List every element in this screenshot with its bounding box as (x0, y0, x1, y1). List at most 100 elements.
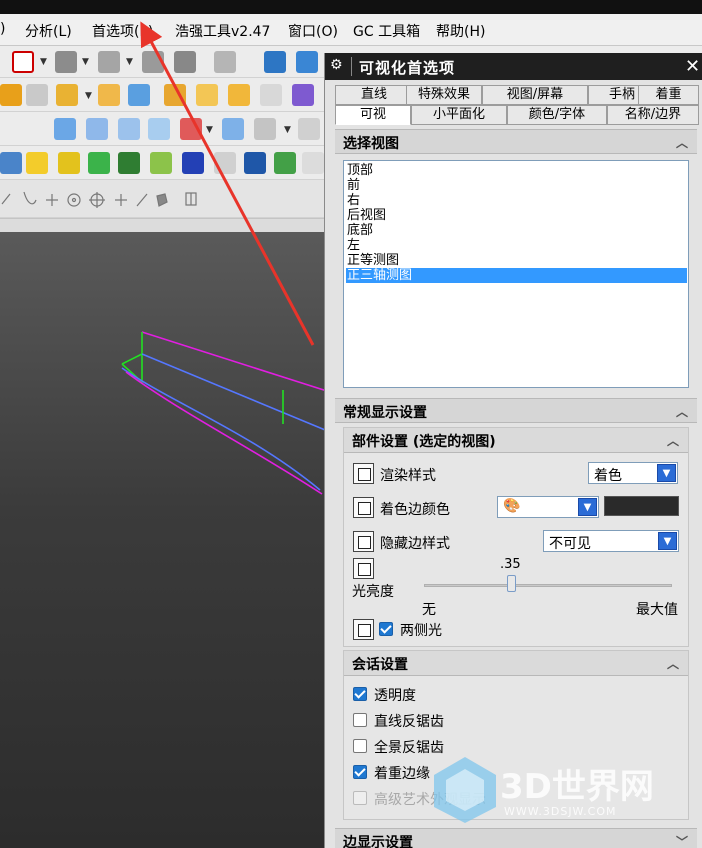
tab-faceting[interactable]: 小平面化 (411, 105, 507, 125)
shaded-edge-color-select[interactable]: 🎨 ▼ (497, 496, 599, 518)
edge-display-header[interactable]: 边显示设置 ﹀ (335, 828, 697, 848)
box-icon[interactable] (260, 84, 282, 106)
list-item[interactable]: 顶部 (346, 163, 687, 178)
table-tool-icon[interactable] (244, 152, 266, 174)
list-item[interactable]: 左 (346, 238, 687, 253)
menu-item-gc-toolbox[interactable]: GC 工具箱 (353, 21, 420, 41)
tube-icon[interactable] (54, 118, 76, 140)
report-icon[interactable] (214, 152, 236, 174)
dropdown-arrow-icon[interactable]: ▼ (206, 125, 213, 135)
chevron-down-icon[interactable]: ▼ (657, 464, 676, 482)
transparency-checkbox[interactable] (353, 687, 367, 701)
part-settings-header[interactable]: 部件设置 (选定的视图) ︿ (344, 428, 688, 453)
gear-part-icon[interactable] (26, 152, 48, 174)
background-icon[interactable] (214, 51, 236, 73)
shaded-view-icon[interactable] (55, 51, 77, 73)
chevron-down-icon[interactable]: ▼ (658, 532, 677, 550)
chevron-up-icon[interactable]: ︿ (667, 655, 679, 672)
pnc-icon[interactable] (182, 152, 204, 174)
trim-surface-icon[interactable] (180, 118, 202, 140)
menu-item-help[interactable]: 帮助(H) (436, 21, 485, 41)
boolean-icon[interactable] (292, 84, 314, 106)
chevron-up-icon[interactable]: ︿ (667, 432, 679, 449)
tab-special-effects[interactable]: 特殊效果 (406, 85, 482, 105)
snap-icons[interactable] (0, 184, 200, 214)
swept-surface-icon[interactable] (148, 118, 170, 140)
sew-icon[interactable] (298, 118, 320, 140)
light-brightness-slider[interactable] (424, 584, 672, 587)
list-item[interactable]: 后视图 (346, 208, 687, 223)
layer-icon[interactable] (174, 51, 196, 73)
list-item-selected[interactable]: 正三轴测图 (346, 268, 687, 283)
general-display-header[interactable]: 常规显示设置 ︿ (335, 398, 697, 423)
list-item[interactable]: 正等测图 (346, 253, 687, 268)
two-sided-light-checkbox[interactable] (379, 622, 393, 636)
chevron-down-icon[interactable]: ﹀ (676, 833, 688, 848)
dropdown-arrow-icon[interactable]: ▼ (82, 57, 89, 67)
tab-color-font[interactable]: 颜色/字体 (507, 105, 607, 125)
tab-view-screen[interactable]: 视图/屏幕 (482, 85, 588, 105)
block-tool-icon[interactable] (274, 152, 296, 174)
gear-icon[interactable]: ⚙ (330, 57, 346, 73)
chevron-up-icon[interactable]: ︿ (676, 403, 688, 420)
list-item[interactable]: 前 (346, 178, 687, 193)
menu-item-preferences[interactable]: 首选项(P) (92, 21, 153, 41)
mascot-icon[interactable] (302, 152, 324, 174)
orient-view-icon[interactable] (142, 51, 164, 73)
view-list[interactable]: 顶部 前 右 后视图 底部 左 正等测图 正三轴测图 (343, 160, 689, 388)
pipe-icon[interactable] (0, 152, 22, 174)
dropdown-arrow-icon[interactable]: ▼ (85, 91, 92, 101)
plane-icon[interactable] (26, 84, 48, 106)
cylinder-icon[interactable] (98, 84, 120, 106)
close-icon[interactable]: ✕ (685, 56, 700, 77)
dropdown-arrow-icon[interactable]: ▼ (126, 57, 133, 67)
fit-view-icon[interactable] (12, 51, 34, 73)
menu-item-partial[interactable]: ) (0, 21, 5, 37)
graphics-viewport[interactable] (0, 232, 330, 848)
session-settings-header[interactable]: 会话设置 ︿ (344, 651, 688, 676)
emphasis-edges-checkbox[interactable] (353, 765, 367, 779)
tab-emphasis[interactable]: 着重 (638, 85, 699, 105)
list-tool-icon[interactable] (118, 152, 140, 174)
dropdown-arrow-icon[interactable]: ▼ (40, 57, 47, 67)
select-view-header[interactable]: 选择视图 ︿ (335, 129, 697, 154)
cube-icon[interactable] (98, 51, 120, 73)
wave-tool-icon[interactable] (150, 152, 172, 174)
line-antialias-checkbox[interactable] (353, 713, 367, 727)
full-scene-antialias-checkbox[interactable] (353, 739, 367, 753)
render-style-select[interactable]: 着色 ▼ (588, 462, 678, 484)
tab-lines[interactable]: 直线 (335, 85, 413, 105)
extrude-icon[interactable] (128, 84, 150, 106)
bolt-icon[interactable] (88, 152, 110, 174)
export-icon[interactable] (296, 51, 318, 73)
list-item[interactable]: 底部 (346, 223, 687, 238)
revolve-icon[interactable] (164, 84, 186, 106)
sweep-icon[interactable] (196, 84, 218, 106)
patch-icon[interactable] (254, 118, 276, 140)
dropdown-arrow-icon[interactable]: ▼ (284, 125, 291, 135)
shaded-edge-color-icon (353, 497, 374, 518)
surface-icon[interactable] (0, 84, 22, 106)
tab-name-border[interactable]: 名称/边界 (607, 105, 699, 125)
spring-icon[interactable] (58, 152, 80, 174)
list-item[interactable]: 右 (346, 193, 687, 208)
import-icon[interactable] (264, 51, 286, 73)
watermark-url: WWW.3DSJW.COM (504, 805, 617, 818)
mesh-surface-icon[interactable] (118, 118, 140, 140)
tab-visual[interactable]: 可视 (335, 105, 411, 125)
dialog-title-bar[interactable]: ⚙ 可视化首选项 ✕ (325, 53, 702, 80)
ruled-surface-icon[interactable] (86, 118, 108, 140)
menu-item-analysis[interactable]: 分析(L) (25, 21, 72, 41)
edge-color-swatch[interactable] (604, 496, 679, 516)
menu-item-window[interactable]: 窗口(O) (288, 21, 338, 41)
chevron-down-icon[interactable]: ▼ (578, 498, 597, 516)
chevron-up-icon[interactable]: ︿ (676, 134, 688, 151)
watermark: 3D世界网 WWW.3DSJW.COM (420, 755, 702, 825)
menu-item-haoqiang-tools[interactable]: 浩强工具v2.47 (175, 21, 270, 41)
slider-thumb[interactable] (506, 575, 516, 592)
block-icon[interactable] (56, 84, 78, 106)
hidden-edge-style-select[interactable]: 不可见 ▼ (543, 530, 679, 552)
title-strip (0, 0, 702, 14)
blend-icon[interactable] (228, 84, 250, 106)
offset-surface-icon[interactable] (222, 118, 244, 140)
